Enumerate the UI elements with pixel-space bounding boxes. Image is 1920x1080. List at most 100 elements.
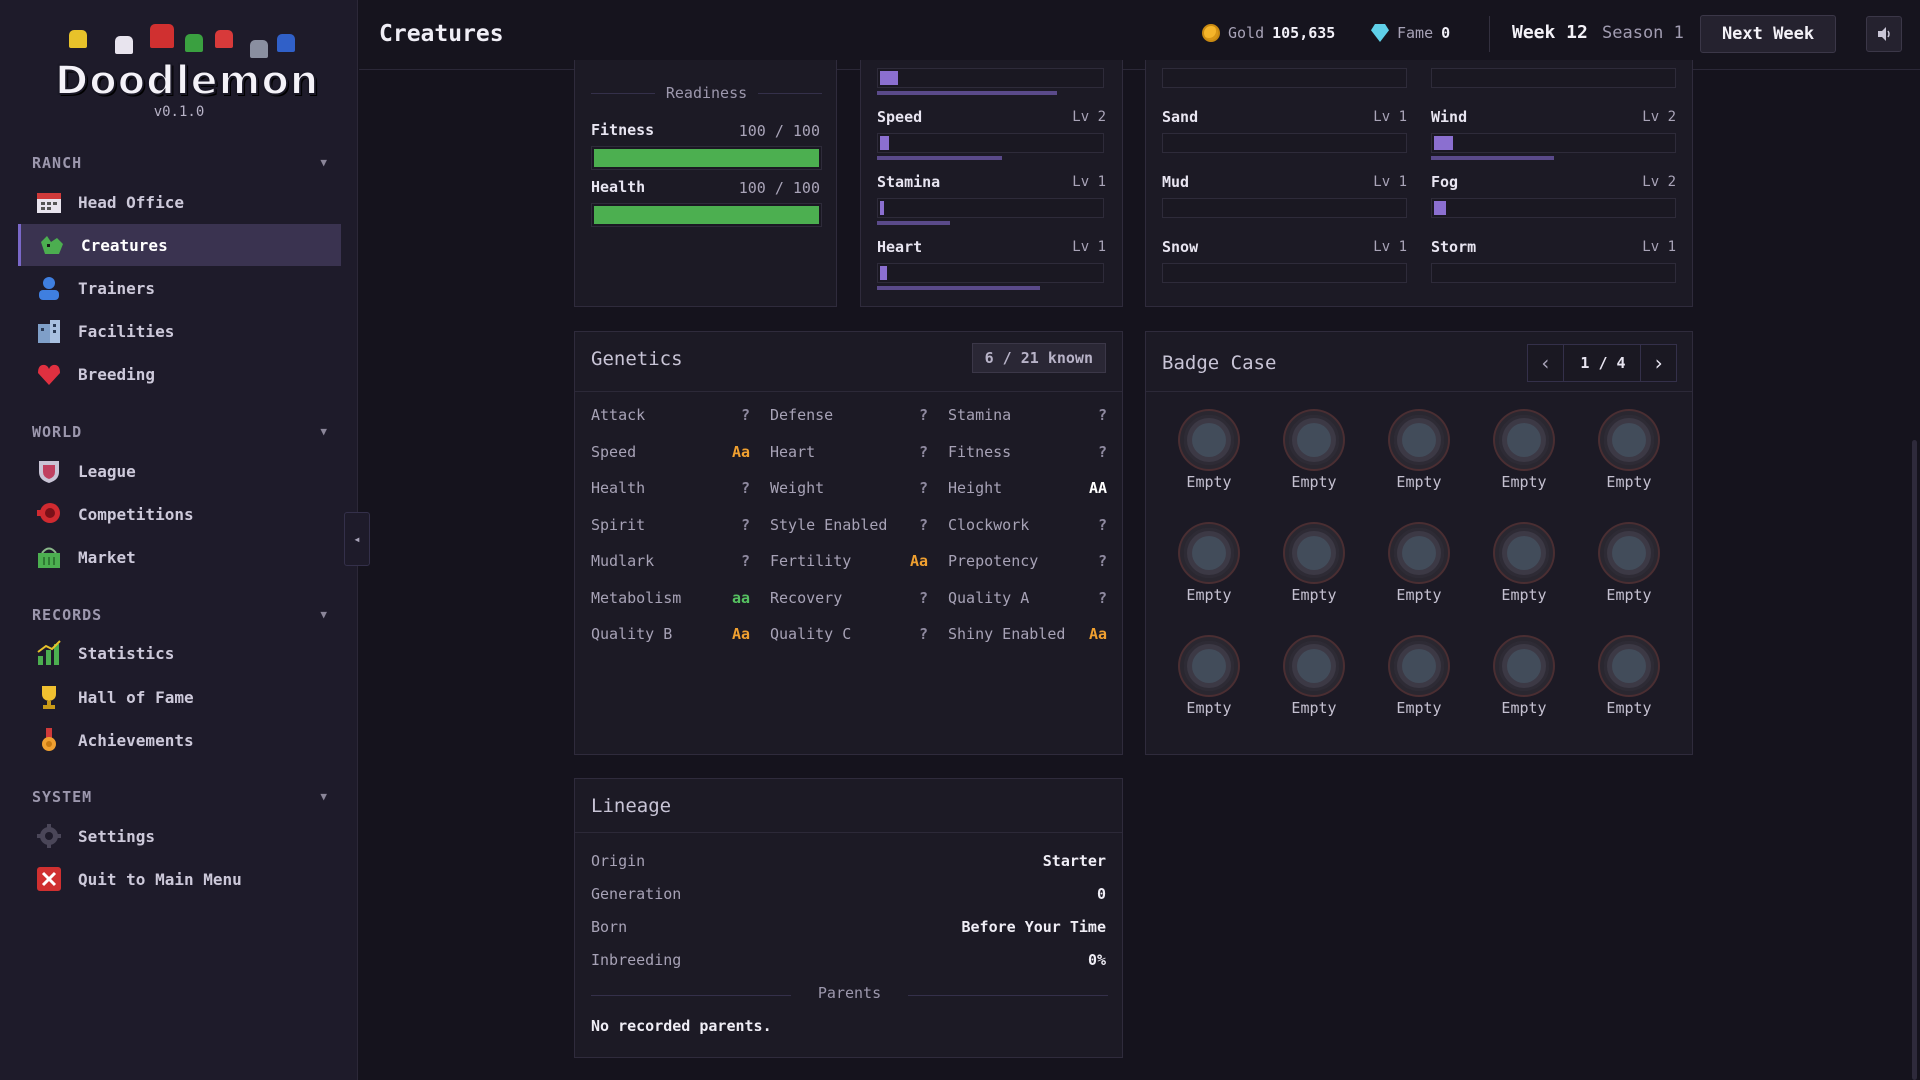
sidebar-item-market[interactable]: Market	[18, 536, 341, 578]
gene-value[interactable]: ?	[720, 516, 750, 534]
next-week-button[interactable]: Next Week	[1700, 15, 1836, 53]
stat-level: Lv 1	[1072, 174, 1106, 190]
scrollbar-thumb[interactable]	[1912, 440, 1917, 1080]
gene-value[interactable]: ?	[1077, 589, 1107, 607]
sidebar-item-creatures[interactable]: Creatures	[18, 224, 341, 266]
gene-value[interactable]: ?	[898, 406, 928, 424]
gem-icon	[1371, 24, 1389, 42]
gene-label: Defense	[770, 406, 834, 424]
divider	[1489, 16, 1490, 52]
chevron-down-icon: ▼	[320, 790, 328, 803]
stat-bar-fill	[880, 201, 884, 215]
section-system[interactable]: SYSTEM ▼	[32, 788, 328, 806]
sidebar-item-statistics[interactable]: Statistics	[18, 632, 341, 674]
gene-value[interactable]: ?	[898, 516, 928, 534]
health-bar-fill	[594, 206, 819, 224]
week-label: Week 12	[1512, 22, 1588, 43]
sidebar-item-breeding[interactable]: Breeding	[18, 353, 341, 395]
badge-label: Empty	[1396, 586, 1442, 604]
sidebar: Doodlemon v0.1.0 RANCH ▼ Head Office Crea…	[0, 0, 358, 1080]
sidebar-item-settings[interactable]: Settings	[18, 815, 341, 857]
nav-label: League	[78, 461, 136, 481]
sound-toggle-button[interactable]	[1866, 16, 1902, 52]
terrain-bar	[1162, 198, 1407, 218]
sidebar-item-achievements[interactable]: Achievements	[18, 719, 341, 761]
divider	[758, 93, 822, 94]
gear-icon	[36, 823, 62, 849]
badge-slot[interactable]	[1390, 637, 1448, 695]
lineage-value: Starter	[1042, 852, 1106, 870]
stat-name: Heart	[877, 238, 923, 256]
gene-label: Height	[948, 479, 1003, 497]
gene-value[interactable]: ?	[720, 479, 750, 497]
badge-case-header: Badge Case ‹ 1 / 4 ›	[1146, 332, 1692, 392]
gene-value[interactable]: ?	[1077, 406, 1107, 424]
gene-value[interactable]: ?	[898, 443, 928, 461]
next-page-button[interactable]: ›	[1640, 345, 1676, 381]
sidebar-item-head-office[interactable]: Head Office	[18, 181, 341, 223]
coin-icon	[1202, 24, 1220, 42]
sidebar-item-facilities[interactable]: Facilities	[18, 310, 341, 352]
terrain-bar	[1431, 68, 1676, 88]
badge-slot[interactable]	[1180, 411, 1238, 469]
badge-slot[interactable]	[1180, 524, 1238, 582]
divider	[908, 995, 1108, 996]
lineage-panel: Lineage Origin Starter Generation 0 Born B…	[574, 778, 1123, 1058]
badge-slot[interactable]	[1495, 637, 1553, 695]
stat-bar-fill	[880, 71, 898, 85]
section-records[interactable]: RECORDS ▼	[32, 606, 328, 624]
badge-slot[interactable]	[1285, 524, 1343, 582]
section-world[interactable]: WORLD ▼	[32, 423, 328, 441]
sidebar-item-hall-of-fame[interactable]: Hall of Fame	[18, 676, 341, 718]
lineage-value: 0	[1096, 885, 1106, 903]
badge-slot[interactable]	[1600, 411, 1658, 469]
gene-value[interactable]: ?	[1077, 516, 1107, 534]
gene-value[interactable]: ?	[720, 552, 750, 570]
sidebar-collapse-button[interactable]: ◂	[344, 512, 370, 566]
health-bar	[591, 203, 822, 227]
badge-slot[interactable]	[1495, 524, 1553, 582]
trophy-icon	[36, 684, 62, 710]
gene-value[interactable]: aa	[720, 589, 750, 607]
health-value: 100 / 100	[738, 179, 820, 197]
badge-label: Empty	[1501, 699, 1547, 717]
heart-icon	[36, 361, 62, 387]
critter-icon	[185, 34, 203, 52]
gene-value[interactable]: ?	[898, 625, 928, 643]
sidebar-item-trainers[interactable]: Trainers	[18, 267, 341, 309]
badge-slot[interactable]	[1600, 637, 1658, 695]
page-scrollbar[interactable]	[1910, 70, 1920, 1080]
badge-slot[interactable]	[1285, 637, 1343, 695]
sidebar-item-league[interactable]: League	[18, 450, 341, 492]
badge-slot[interactable]	[1285, 411, 1343, 469]
badge-slot[interactable]	[1600, 524, 1658, 582]
badge-label: Empty	[1501, 473, 1547, 491]
gene-value[interactable]: Aa	[898, 552, 928, 570]
badge-slot[interactable]	[1390, 411, 1448, 469]
gene-value[interactable]: ?	[720, 406, 750, 424]
stat-bar	[877, 198, 1104, 218]
gene-value[interactable]: ?	[898, 589, 928, 607]
gene-label: Weight	[770, 479, 825, 497]
sidebar-item-competitions[interactable]: Competitions	[18, 493, 341, 535]
gene-value[interactable]: AA	[1077, 479, 1107, 497]
gene-value[interactable]: ?	[1077, 443, 1107, 461]
sidebar-item-quit[interactable]: Quit to Main Menu	[18, 858, 341, 900]
gene-value[interactable]: ?	[1077, 552, 1107, 570]
badge-slot[interactable]	[1180, 637, 1238, 695]
nav-label: Statistics	[78, 643, 175, 663]
prev-page-button[interactable]: ‹	[1528, 345, 1564, 381]
chevron-left-icon: ◂	[353, 532, 361, 546]
gene-value[interactable]: ?	[898, 479, 928, 497]
section-ranch[interactable]: RANCH ▼	[32, 154, 328, 172]
badge-slot[interactable]	[1390, 524, 1448, 582]
badge-slot[interactable]	[1495, 411, 1553, 469]
gene-value[interactable]: Aa	[720, 625, 750, 643]
gene-value[interactable]: Aa	[720, 443, 750, 461]
speaker-icon	[1878, 27, 1890, 41]
gene-label: Quality C	[770, 625, 852, 643]
chevron-down-icon: ▼	[320, 608, 328, 621]
gene-value[interactable]: Aa	[1077, 625, 1107, 643]
nav-label: Facilities	[78, 321, 175, 341]
gene-label: Fitness	[948, 442, 1012, 461]
